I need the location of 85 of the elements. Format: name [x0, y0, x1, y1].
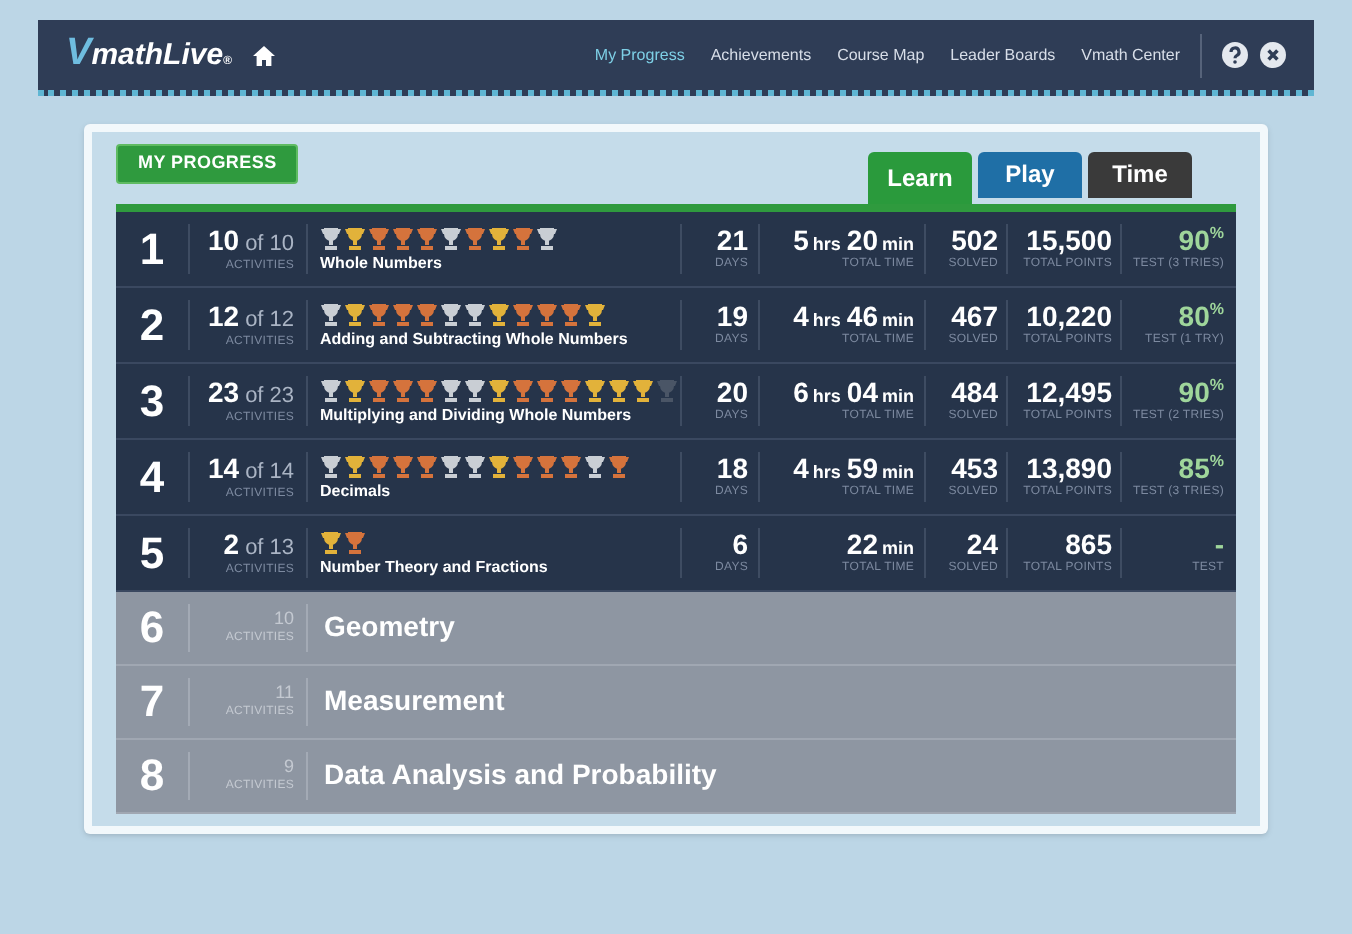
solved-value: 467	[951, 302, 998, 330]
time-value: 22	[846, 530, 878, 558]
test-score: -	[1214, 530, 1224, 558]
activities-done: 10	[207, 225, 240, 253]
points-value: 12,495	[1026, 378, 1112, 406]
days-value: 19	[716, 302, 748, 330]
close-icon[interactable]	[1260, 42, 1286, 68]
help-icon[interactable]	[1222, 42, 1248, 68]
activities-total: 23	[269, 385, 294, 407]
tab[interactable]: Time	[1088, 151, 1192, 197]
points-value: 15,500	[1026, 226, 1112, 254]
unit-number: 1	[137, 221, 167, 277]
percent-sign: %	[1209, 226, 1224, 242]
test-score: 90	[1178, 378, 1210, 406]
days-value: 20	[716, 378, 748, 406]
nav-link[interactable]: Course Map	[837, 43, 925, 67]
activities-done: 2	[223, 529, 240, 557]
activities-total: 13	[269, 537, 294, 559]
test-score: 80	[1178, 302, 1210, 330]
activities-total: 14	[269, 461, 294, 483]
time-unit: min	[881, 312, 914, 330]
tab[interactable]: Learn	[868, 151, 972, 203]
time-value: 04	[846, 378, 878, 406]
nav-link[interactable]: Vmath Center	[1081, 43, 1180, 67]
days-value: 21	[716, 226, 748, 254]
unit-name: Adding and Subtracting Whole Numbers	[320, 331, 630, 347]
points-value: 865	[1065, 530, 1112, 558]
points-value: 10,220	[1026, 302, 1112, 330]
unit-number: 7	[137, 674, 167, 730]
test-score: 85	[1178, 454, 1210, 482]
solved-value: 24	[966, 530, 998, 558]
points-value: 13,890	[1026, 454, 1112, 482]
time-value: 59	[846, 454, 878, 482]
time-unit: min	[881, 540, 914, 558]
activities-done: 23	[207, 377, 240, 405]
of-label: of	[245, 233, 264, 255]
nav-link[interactable]: Achievements	[710, 43, 812, 67]
time-unit: min	[881, 464, 914, 482]
unit-name: Multiplying and Dividing Whole Numbers	[320, 407, 634, 423]
time-unit: hrs	[812, 464, 841, 482]
unit-name: Data Analysis and Probability	[322, 756, 717, 794]
time-value: 4	[793, 302, 809, 330]
days-value: 6	[732, 530, 748, 558]
nav-link[interactable]: My Progress	[594, 43, 685, 67]
time-value: 4	[793, 454, 809, 482]
unit-name: Geometry	[322, 608, 455, 646]
unit-number: 4	[137, 449, 167, 505]
unit-number: 2	[137, 297, 167, 353]
activities-total: 12	[269, 309, 294, 331]
test-score: 90	[1178, 226, 1210, 254]
tab[interactable]: Play	[978, 151, 1082, 197]
activities-total: 10	[269, 233, 294, 255]
activities-done: 12	[207, 301, 240, 329]
of-label: of	[245, 537, 264, 559]
time-unit: hrs	[812, 236, 841, 254]
of-label: of	[245, 385, 264, 407]
solved-value: 484	[951, 378, 998, 406]
nav-link[interactable]: Leader Boards	[950, 43, 1056, 67]
time-value: 5	[793, 226, 809, 254]
of-label: of	[245, 461, 264, 483]
unit-number: 8	[137, 748, 167, 804]
unit-name: Whole Numbers	[320, 255, 444, 271]
unit-number: 3	[137, 373, 167, 429]
section-title: MY PROGRESS	[116, 144, 299, 183]
unit-name: Decimals	[320, 483, 393, 499]
home-icon[interactable]	[251, 43, 276, 67]
percent-sign: %	[1209, 378, 1224, 394]
time-value: 6	[793, 378, 809, 406]
unit-number: 6	[137, 600, 167, 656]
unit-name: Measurement	[322, 682, 505, 720]
unit-number: 5	[137, 525, 167, 581]
time-unit: min	[881, 388, 914, 406]
of-label: of	[245, 309, 264, 331]
time-unit: min	[881, 236, 914, 254]
percent-sign: %	[1209, 454, 1224, 470]
time-value: 20	[846, 226, 878, 254]
days-value: 18	[716, 454, 748, 482]
unit-name: Number Theory and Fractions	[320, 559, 550, 575]
solved-value: 453	[951, 454, 998, 482]
time-value: 46	[846, 302, 878, 330]
percent-sign: %	[1209, 302, 1224, 318]
time-unit: hrs	[812, 388, 841, 406]
solved-value: 502	[951, 226, 998, 254]
activities-done: 14	[207, 453, 240, 481]
time-unit: hrs	[812, 312, 841, 330]
